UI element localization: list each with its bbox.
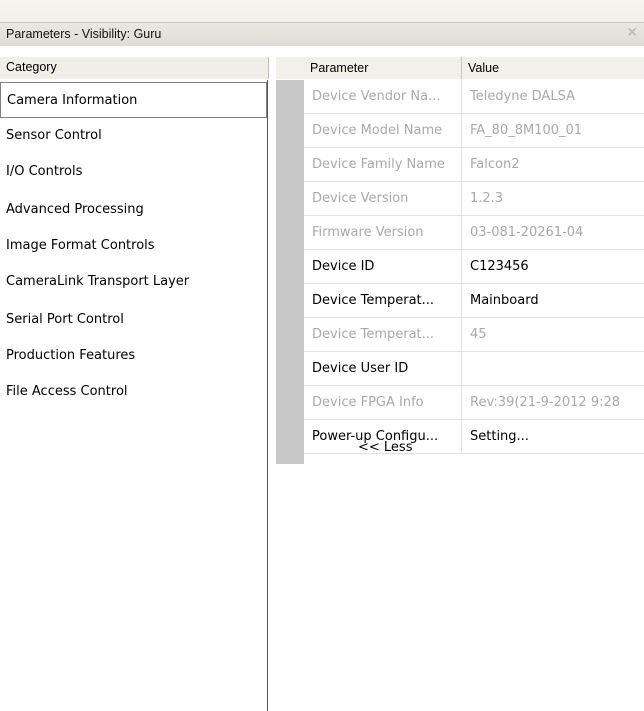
category-list: Camera Information Sensor Control I/O Co… xyxy=(0,80,268,711)
category-item[interactable]: Image Format Controls xyxy=(0,228,267,264)
category-item[interactable]: Serial Port Control xyxy=(0,302,267,338)
parameter-value[interactable]: FA_80_8M100_01 xyxy=(462,114,644,147)
table-row[interactable]: Device FPGA Info Rev:39(21-9-2012 9:28 xyxy=(304,386,644,420)
parameter-value[interactable] xyxy=(462,352,644,385)
table-row[interactable]: Device Temperat... Mainboard xyxy=(304,284,644,318)
table-row[interactable]: Device Model Name FA_80_8M100_01 xyxy=(304,114,644,148)
parameter-name: Device FPGA Info xyxy=(304,386,462,419)
category-item[interactable]: I/O Controls xyxy=(0,154,267,190)
parameter-value[interactable]: Setting... xyxy=(462,420,644,453)
category-item[interactable]: Advanced Processing xyxy=(0,192,267,228)
parameter-name: Device Temperat... xyxy=(304,318,462,351)
parameter-value[interactable]: 45 xyxy=(462,318,644,351)
title-bar: Parameters - Visibility: Guru ✕ xyxy=(0,0,644,46)
parameter-name: Device ID xyxy=(304,250,462,283)
table-row[interactable]: Device User ID xyxy=(304,352,644,386)
parameter-name: Device User ID xyxy=(304,352,462,385)
close-icon[interactable]: ✕ xyxy=(626,25,638,41)
table-row[interactable]: Device Family Name Falcon2 xyxy=(304,148,644,182)
parameter-value[interactable]: Falcon2 xyxy=(462,148,644,181)
table-row[interactable]: Device ID C123456 xyxy=(304,250,644,284)
parameter-name: Device Vendor Na... xyxy=(304,80,462,113)
table-row[interactable]: Device Version 1.2.3 xyxy=(304,182,644,216)
category-item[interactable]: File Access Control xyxy=(0,374,267,410)
parameter-value[interactable]: 1.2.3 xyxy=(462,182,644,215)
category-item[interactable]: Camera Information xyxy=(0,82,267,118)
category-header-label: Category xyxy=(6,60,57,74)
row-header-strip xyxy=(276,80,304,464)
table-row[interactable]: Power-up Configu... Setting... xyxy=(304,420,644,454)
parameter-name: Device Family Name xyxy=(304,148,462,181)
parameter-name: Firmware Version xyxy=(304,216,462,249)
parameter-value[interactable]: Rev:39(21-9-2012 9:28 xyxy=(462,386,644,419)
parameter-value[interactable]: C123456 xyxy=(462,250,644,283)
parameter-name: Device Temperat... xyxy=(304,284,462,317)
table-row[interactable]: Device Vendor Na... Teledyne DALSA xyxy=(304,80,644,114)
table-row[interactable]: Device Temperat... 45 xyxy=(304,318,644,352)
window-title: Parameters - Visibility: Guru xyxy=(6,27,162,41)
table-row[interactable]: Firmware Version 03-081-20261-04 xyxy=(304,216,644,250)
category-item[interactable]: Production Features xyxy=(0,338,267,374)
parameter-column-header[interactable]: Parameter xyxy=(304,57,462,79)
less-button[interactable]: << Less xyxy=(358,440,412,455)
value-column-header[interactable]: Value xyxy=(462,57,644,79)
parameter-name: Device Version xyxy=(304,182,462,215)
category-item[interactable]: CameraLink Transport Layer xyxy=(0,264,267,300)
parameter-grid-header: Parameter Value xyxy=(276,57,644,79)
category-header[interactable]: Category xyxy=(0,57,269,79)
parameter-value[interactable]: 03-081-20261-04 xyxy=(462,216,644,249)
parameter-name: Device Model Name xyxy=(304,114,462,147)
category-item[interactable]: Sensor Control xyxy=(0,118,267,154)
parameter-value[interactable]: Mainboard xyxy=(462,284,644,317)
parameter-value[interactable]: Teledyne DALSA xyxy=(462,80,644,113)
